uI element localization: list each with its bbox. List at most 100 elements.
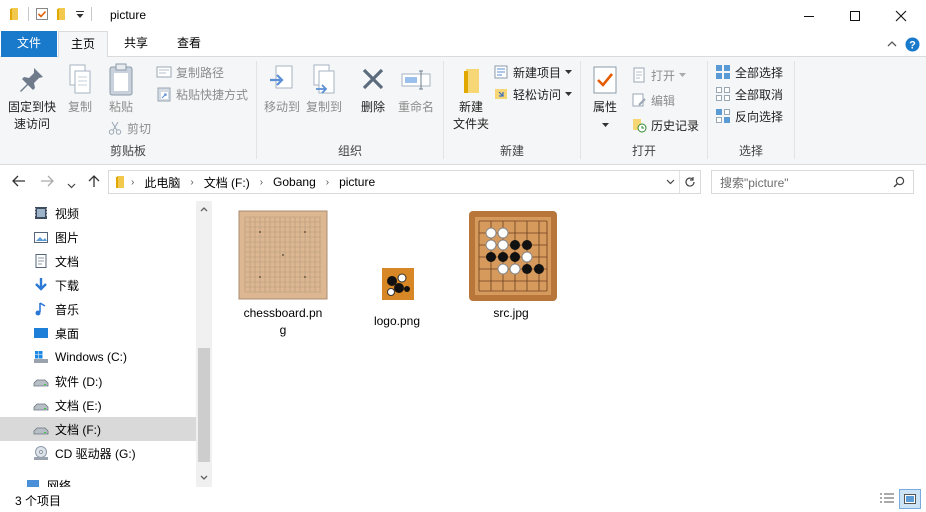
window-title: picture — [110, 8, 147, 22]
back-button[interactable] — [12, 175, 26, 190]
new-group-label: 新建 — [499, 144, 524, 158]
delete-button[interactable]: 删除 — [354, 63, 392, 116]
search-box[interactable]: 搜索"picture" — [711, 170, 914, 194]
new-item-label: 新建项目 — [513, 65, 562, 80]
properties-qat-icon[interactable] — [35, 7, 49, 21]
nav-item-cd-drive-g[interactable]: CD 驱动器 (G:) — [0, 441, 196, 465]
move-to-button[interactable]: 移动到 — [261, 63, 303, 116]
nav-item-drive-d[interactable]: 软件 (D:) — [0, 369, 196, 393]
breadcrumb-separator[interactable]: › — [322, 177, 333, 188]
help-icon[interactable]: ? — [905, 37, 920, 52]
invert-selection-button[interactable]: 反向选择 — [715, 106, 783, 126]
recent-locations-button[interactable] — [67, 177, 76, 192]
rename-button[interactable]: 重命名 — [394, 63, 438, 116]
nav-item-videos[interactable]: 视频 — [0, 201, 196, 225]
file-item[interactable]: chessboard.pn g — [233, 209, 333, 339]
pin-to-quick-access-button[interactable]: 固定到快 速访问 — [4, 63, 60, 133]
file-item[interactable]: logo.png — [347, 209, 447, 330]
large-icons-view-icon — [904, 494, 916, 504]
copy-button[interactable]: 复制 — [62, 63, 98, 116]
nav-item-pictures[interactable]: 图片 — [0, 225, 196, 249]
title-bar: picture — [0, 0, 926, 31]
new-group: 新建 文件夹 新建项目 轻松访问 新建 — [444, 57, 580, 164]
nav-item-label: 下载 — [55, 278, 80, 293]
tab-file[interactable]: 文件 — [1, 31, 57, 57]
scroll-down-icon[interactable] — [200, 475, 208, 481]
collapse-ribbon-icon[interactable] — [886, 39, 898, 49]
select-all-button[interactable]: 全部选择 — [715, 62, 783, 82]
breadcrumb-gobang[interactable]: Gobang — [267, 175, 322, 189]
easy-access-button[interactable]: 轻松访问 — [493, 84, 573, 104]
copy-to-button[interactable]: 复制到 — [303, 63, 345, 116]
close-button[interactable] — [878, 0, 924, 31]
breadcrumb-separator[interactable]: › — [256, 177, 267, 188]
easy-access-label: 轻松访问 — [513, 87, 562, 102]
cut-button[interactable]: 剪切 — [107, 118, 151, 138]
cut-label: 剪切 — [127, 121, 152, 136]
address-bar[interactable]: › 此电脑 › 文档 (F:) › Gobang › picture — [108, 170, 701, 194]
breadcrumb-separator[interactable]: › — [186, 177, 197, 188]
history-button[interactable]: 历史记录 — [631, 115, 699, 135]
properties-button[interactable]: 属性 — [587, 63, 623, 133]
breadcrumb-separator[interactable]: › — [127, 177, 138, 188]
organize-group-label: 组织 — [337, 144, 362, 158]
new-item-button[interactable]: 新建项目 — [493, 62, 573, 82]
edit-label: 编辑 — [651, 93, 676, 108]
paste-shortcut-button[interactable]: 粘贴快捷方式 — [156, 84, 248, 104]
nav-item-drive-e[interactable]: 文档 (E:) — [0, 393, 196, 417]
nav-item-label: 文档 — [55, 254, 80, 269]
move-to-label: 移动到 — [263, 100, 300, 114]
tab-share[interactable]: 共享 — [112, 31, 160, 57]
desktop-folder-icon — [34, 328, 48, 338]
nav-item-documents[interactable]: 文档 — [0, 249, 196, 273]
status-bar: 3 个项目 — [0, 487, 926, 512]
downloads-folder-icon — [35, 278, 47, 291]
open-group: 属性 打开 编辑 历史记录 打开 — [581, 57, 707, 164]
copy-label: 复制 — [67, 100, 92, 114]
address-dropdown-button[interactable] — [662, 171, 680, 193]
breadcrumb-picture[interactable]: picture — [333, 175, 381, 189]
file-item[interactable]: src.jpg — [461, 209, 561, 322]
up-button[interactable] — [88, 174, 100, 191]
group-divider — [794, 61, 795, 159]
breadcrumb-this-pc[interactable]: 此电脑 — [138, 174, 186, 191]
copy-path-button[interactable]: 复制路径 — [156, 62, 224, 82]
scrollbar-thumb[interactable] — [198, 348, 210, 462]
maximize-button[interactable] — [832, 0, 878, 31]
breadcrumb-drive-f[interactable]: 文档 (F:) — [198, 174, 256, 191]
minimize-button[interactable] — [786, 0, 832, 31]
search-icon[interactable] — [893, 176, 905, 188]
chevron-down-icon — [679, 72, 687, 77]
refresh-button[interactable] — [680, 171, 700, 193]
customize-qat-dropdown-icon[interactable] — [75, 7, 85, 21]
paste-label: 粘贴 — [108, 100, 133, 114]
nav-item-drive-f[interactable]: 文档 (F:) — [0, 417, 196, 441]
scroll-up-icon[interactable] — [200, 206, 208, 212]
delete-label: 删除 — [360, 100, 385, 114]
history-label: 历史记录 — [651, 118, 700, 133]
open-button[interactable]: 打开 — [631, 65, 687, 85]
tab-home[interactable]: 主页 — [58, 31, 108, 58]
folder-icon — [10, 8, 18, 20]
nav-item-label: 视频 — [55, 206, 80, 221]
logo-thumbnail — [382, 268, 414, 300]
forward-button[interactable] — [40, 175, 54, 190]
tab-view[interactable]: 查看 — [165, 31, 213, 57]
nav-item-network[interactable]: 网络 — [0, 473, 188, 487]
documents-folder-icon — [35, 254, 47, 268]
new-folder-qat-icon[interactable] — [55, 7, 69, 21]
edit-button[interactable]: 编辑 — [631, 90, 675, 110]
ribbon-tabs: 文件 主页 共享 查看 ? — [0, 31, 926, 58]
nav-item-music[interactable]: 音乐 — [0, 297, 196, 321]
move-to-icon — [270, 65, 293, 89]
paste-button[interactable]: 粘贴 — [101, 63, 141, 116]
drive-icon — [33, 379, 49, 387]
new-folder-button[interactable]: 新建 文件夹 — [448, 63, 494, 133]
nav-item-windows-c[interactable]: Windows (C:) — [0, 345, 196, 369]
nav-item-desktop[interactable]: 桌面 — [0, 321, 196, 345]
nav-item-downloads[interactable]: 下载 — [0, 273, 196, 297]
copy-to-label: 复制到 — [305, 100, 342, 114]
large-icons-view-button[interactable] — [899, 489, 921, 509]
details-view-icon[interactable] — [879, 492, 895, 506]
select-none-button[interactable]: 全部取消 — [715, 84, 783, 104]
